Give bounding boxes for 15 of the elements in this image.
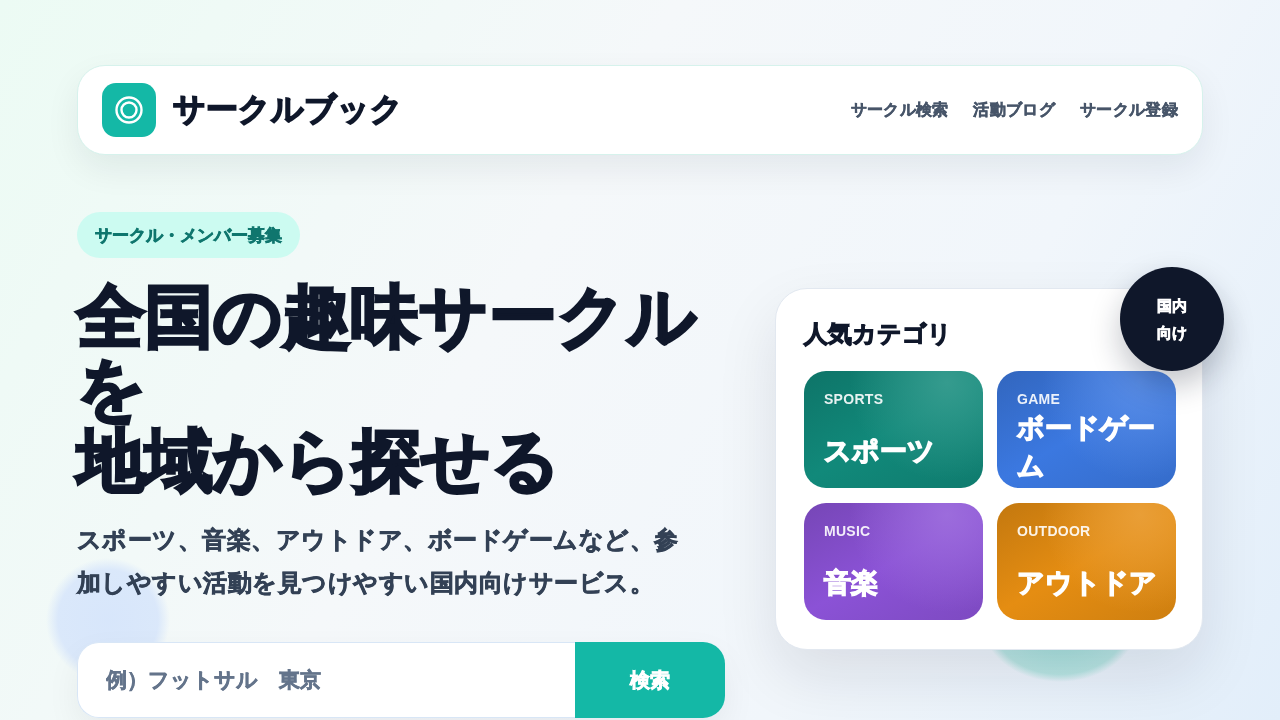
- hero-heading: 全国の趣味サークルを 地域から探せる: [77, 280, 698, 496]
- nav-link[interactable]: サークル検索: [850, 99, 949, 121]
- search-field[interactable]: 例）フットサル 東京: [77, 642, 575, 718]
- site-title: サークルブック: [173, 90, 403, 129]
- category-tile[interactable]: SPORTS スポーツ: [804, 371, 983, 488]
- card-title: 人気カテゴリ: [804, 319, 952, 349]
- category-tile[interactable]: MUSIC 音楽: [804, 503, 983, 620]
- nav-link[interactable]: 活動ブログ: [973, 99, 1056, 121]
- hero-description: スポーツ、音楽、アウトドア、ボードゲームなど、参加しやすい活動を見つけやすい国内向けサービス。: [77, 525, 680, 598]
- round-badge: 国内向け: [1120, 267, 1224, 371]
- category-tile[interactable]: GAME ボードゲーム: [997, 371, 1176, 488]
- nav-link[interactable]: サークル登録: [1080, 99, 1178, 121]
- logo-icon: [102, 83, 156, 137]
- category-tile[interactable]: OUTDOOR アウトドア: [997, 503, 1176, 620]
- recruit-tag: サークル・メンバー募集: [77, 212, 300, 258]
